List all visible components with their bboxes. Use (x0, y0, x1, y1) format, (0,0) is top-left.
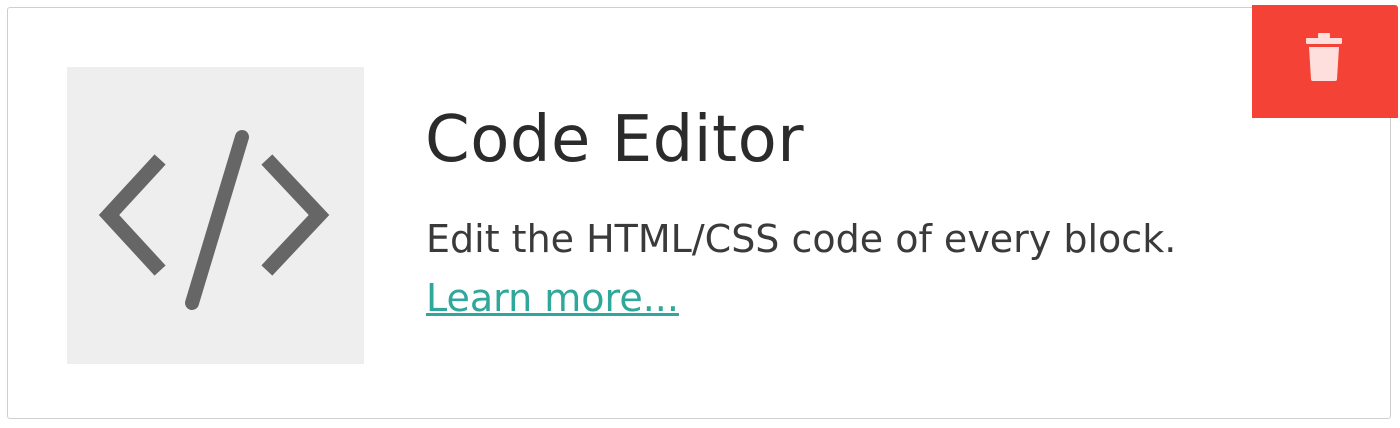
block-title: Code Editor (425, 103, 805, 177)
learn-more-link[interactable]: Learn more... (426, 273, 679, 323)
block-thumbnail (67, 67, 364, 364)
code-brackets-icon (98, 130, 330, 310)
block-description: Edit the HTML/CSS code of every block. (426, 217, 1177, 261)
block-card: Code Editor Edit the HTML/CSS code of ev… (7, 5, 1398, 419)
trash-icon (1306, 33, 1342, 81)
delete-button[interactable] (1252, 5, 1398, 118)
